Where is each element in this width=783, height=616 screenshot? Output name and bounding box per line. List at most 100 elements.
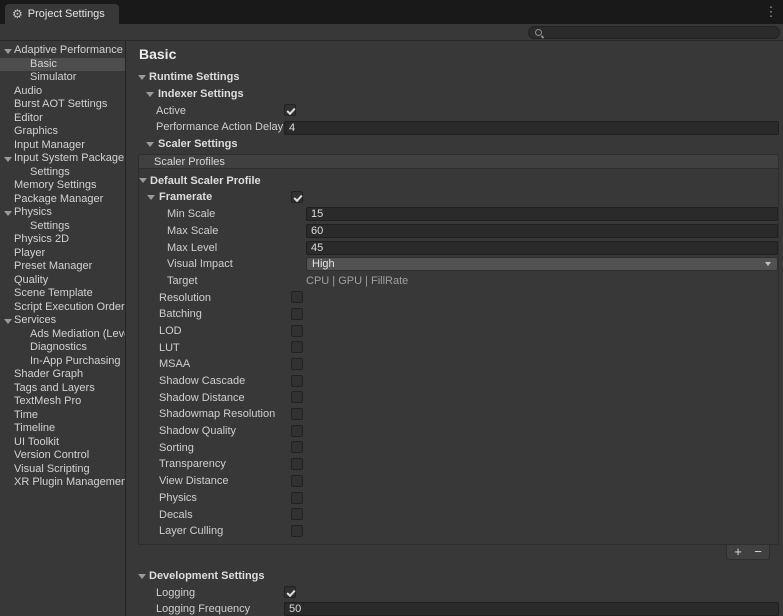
scaler-enabled-checkbox[interactable]: [291, 375, 303, 387]
sidebar-item[interactable]: Tags and Layers: [0, 382, 125, 396]
sidebar-item[interactable]: Version Control: [0, 449, 125, 463]
scaler-row: Physics: [139, 490, 778, 507]
sidebar-item[interactable]: Timeline: [0, 422, 125, 436]
sidebar-item[interactable]: Simulator: [0, 71, 125, 85]
sidebar-item[interactable]: Preset Manager: [0, 260, 125, 274]
tab-project-settings[interactable]: ⚙ Project Settings: [5, 4, 119, 24]
sidebar-item-label: Scene Template: [14, 287, 93, 299]
max-level-field[interactable]: 45: [306, 241, 778, 255]
foldout-triangle-icon[interactable]: [146, 92, 154, 97]
sidebar-item-label: Package Manager: [14, 193, 103, 205]
scaler-profiles-body: Default Scaler Profile Framerate Min Sca…: [138, 168, 779, 544]
scaler-enabled-checkbox[interactable]: [291, 525, 303, 537]
sidebar-item-label: Audio: [14, 85, 42, 97]
indexer-settings-foldout[interactable]: Indexer Settings: [138, 86, 779, 103]
sidebar-item[interactable]: Audio: [0, 85, 125, 99]
sidebar-item[interactable]: Ads Mediation (Level: [0, 328, 125, 342]
scaler-label: Transparency: [139, 458, 226, 470]
active-row: Active: [138, 102, 779, 119]
scaler-enabled-checkbox[interactable]: [291, 458, 303, 470]
sidebar-item[interactable]: Player: [0, 247, 125, 261]
performance-action-delay-field[interactable]: 4: [284, 121, 779, 135]
foldout-triangle-icon[interactable]: [4, 157, 12, 162]
sidebar-item[interactable]: Diagnostics: [0, 341, 125, 355]
sidebar-item[interactable]: UI Toolkit: [0, 436, 125, 450]
remove-scaler-button[interactable]: −: [748, 545, 768, 558]
sidebar-item-label: XR Plugin Management: [14, 476, 125, 488]
sidebar-item[interactable]: Physics 2D: [0, 233, 125, 247]
sidebar-item[interactable]: Burst AOT Settings: [0, 98, 125, 112]
add-scaler-button[interactable]: +: [728, 545, 748, 558]
sidebar-item[interactable]: Adaptive Performance: [0, 44, 125, 58]
scaler-label: Layer Culling: [139, 525, 223, 537]
sidebar-item[interactable]: Script Execution Order: [0, 301, 125, 315]
sidebar-item[interactable]: Services: [0, 314, 125, 328]
sidebar-item[interactable]: Package Manager: [0, 193, 125, 207]
kebab-menu-icon[interactable]: ⋮: [764, 4, 778, 19]
framerate-foldout[interactable]: Framerate: [139, 189, 778, 206]
visual-impact-dropdown[interactable]: High: [306, 257, 778, 271]
foldout-triangle-icon[interactable]: [4, 49, 12, 54]
sidebar-item-label: Basic: [30, 58, 57, 70]
foldout-triangle-icon[interactable]: [147, 195, 155, 200]
sidebar-item[interactable]: Editor: [0, 112, 125, 126]
sidebar-item[interactable]: TextMesh Pro: [0, 395, 125, 409]
scaler-enabled-checkbox[interactable]: [291, 341, 303, 353]
search-input[interactable]: [528, 26, 780, 39]
runtime-settings-foldout[interactable]: Runtime Settings: [138, 69, 779, 86]
sidebar-item-label: Settings: [30, 220, 70, 232]
scaler-row: MSAA: [139, 356, 778, 373]
foldout-triangle-icon[interactable]: [138, 574, 146, 579]
scaler-enabled-checkbox[interactable]: [291, 508, 303, 520]
scaler-row: Resolution: [139, 289, 778, 306]
gear-icon: ⚙: [12, 8, 23, 20]
sidebar-item[interactable]: Basic: [0, 58, 125, 72]
min-scale-row: Min Scale 15: [139, 206, 778, 223]
sidebar-item[interactable]: In-App Purchasing: [0, 355, 125, 369]
sidebar-item[interactable]: Input System Package: [0, 152, 125, 166]
scaler-enabled-checkbox[interactable]: [291, 358, 303, 370]
scaler-enabled-checkbox[interactable]: [291, 492, 303, 504]
scaler-row: LOD: [139, 323, 778, 340]
foldout-triangle-icon[interactable]: [4, 319, 12, 324]
foldout-triangle-icon[interactable]: [139, 178, 147, 183]
sidebar-item[interactable]: XR Plugin Management: [0, 476, 125, 490]
sidebar-item[interactable]: Physics: [0, 206, 125, 220]
scaler-enabled-checkbox[interactable]: [291, 291, 303, 303]
max-scale-field[interactable]: 60: [306, 224, 778, 238]
sidebar-item-label: Editor: [14, 112, 43, 124]
default-scaler-profile-label: Default Scaler Profile: [139, 175, 261, 187]
scaler-enabled-checkbox[interactable]: [291, 308, 303, 320]
performance-action-delay-value: 4: [289, 122, 295, 134]
active-checkbox[interactable]: [284, 104, 296, 116]
foldout-triangle-icon[interactable]: [138, 75, 146, 80]
scaler-enabled-checkbox[interactable]: [291, 475, 303, 487]
sidebar-item[interactable]: Shader Graph: [0, 368, 125, 382]
sidebar-item[interactable]: Scene Template: [0, 287, 125, 301]
sidebar-item[interactable]: Input Manager: [0, 139, 125, 153]
foldout-triangle-icon[interactable]: [4, 211, 12, 216]
scaler-enabled-checkbox[interactable]: [291, 325, 303, 337]
framerate-checkbox[interactable]: [291, 191, 303, 203]
scaler-label: LUT: [139, 342, 180, 354]
sidebar-item[interactable]: Time: [0, 409, 125, 423]
scaler-enabled-checkbox[interactable]: [291, 425, 303, 437]
sidebar-item[interactable]: Settings: [0, 166, 125, 180]
scaler-label: View Distance: [139, 475, 229, 487]
min-scale-field[interactable]: 15: [306, 207, 778, 221]
scaler-settings-foldout[interactable]: Scaler Settings: [138, 136, 779, 153]
sidebar-item[interactable]: Visual Scripting: [0, 463, 125, 477]
sidebar-item[interactable]: Settings: [0, 220, 125, 234]
scaler-enabled-checkbox[interactable]: [291, 408, 303, 420]
sidebar-item[interactable]: Quality: [0, 274, 125, 288]
foldout-triangle-icon[interactable]: [146, 142, 154, 147]
sidebar-item[interactable]: Graphics: [0, 125, 125, 139]
development-settings-foldout[interactable]: Development Settings: [138, 568, 779, 585]
default-scaler-profile-foldout[interactable]: Default Scaler Profile: [139, 172, 778, 189]
scaler-enabled-checkbox[interactable]: [291, 441, 303, 453]
scaler-profiles-header: Scaler Profiles: [138, 154, 779, 168]
logging-checkbox[interactable]: [284, 586, 296, 598]
sidebar-item[interactable]: Memory Settings: [0, 179, 125, 193]
scaler-enabled-checkbox[interactable]: [291, 391, 303, 403]
logging-frequency-field[interactable]: 50: [284, 602, 779, 616]
